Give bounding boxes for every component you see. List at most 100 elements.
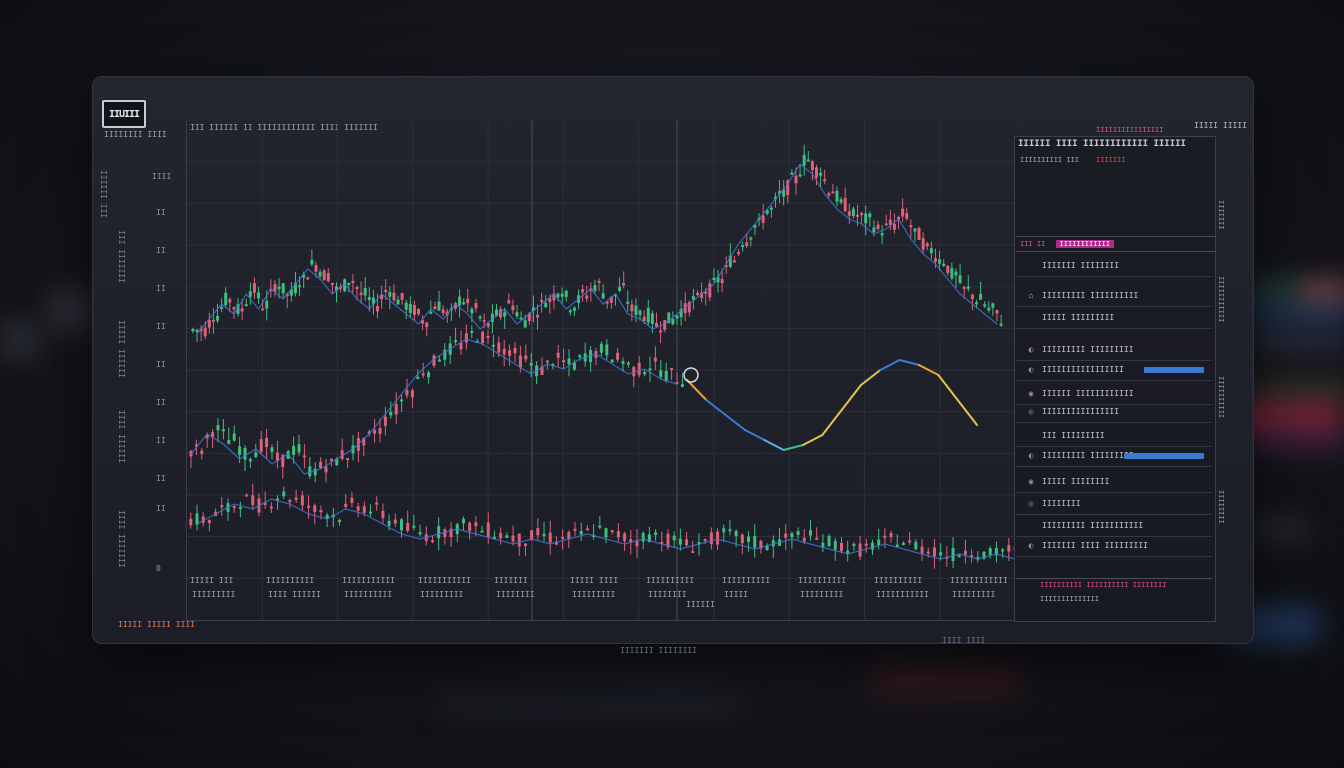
- candle-body: [515, 312, 519, 317]
- background-blur-block: [440, 690, 740, 714]
- background-blur-block: [870, 672, 1020, 694]
- candle-body: [429, 311, 433, 314]
- candle-body: [257, 292, 261, 299]
- candle-body: [929, 248, 933, 254]
- candle-body: [567, 531, 571, 539]
- candle-body: [478, 316, 482, 319]
- watchlist-row[interactable]: ◐ IIIIIIIII IIIIIIIII: [1016, 446, 1212, 467]
- watchlist-tab[interactable]: III II IIIIIIIIIIII: [1016, 236, 1216, 252]
- chart-header-alert: IIIIIIIIIIIIIIII: [1096, 126, 1164, 134]
- instrument-icon: ◐: [1028, 365, 1034, 374]
- watchlist-row[interactable]: ◎ IIIIIIII: [1016, 494, 1212, 515]
- x-tick-label: IIIIIIIIII: [798, 576, 847, 585]
- instrument-icon: ◐: [1028, 451, 1034, 460]
- watchlist-row[interactable]: ◎ IIIIIIIIIIIIIIII: [1016, 402, 1212, 423]
- candle-body: [643, 371, 647, 375]
- x-tick-label: IIIII III: [190, 576, 234, 585]
- candle-body: [544, 302, 548, 308]
- candle-body: [459, 342, 463, 350]
- candle-body: [917, 227, 921, 240]
- candle-body: [872, 227, 876, 233]
- watchlist-row-label: IIIIIII IIII IIIIIIIII: [1042, 541, 1148, 550]
- candle-body: [400, 293, 404, 300]
- candle-body: [605, 344, 609, 356]
- y-tick: II: [156, 322, 166, 331]
- right-strip-label: IIIIIIIIIII: [1218, 276, 1226, 323]
- candle-body: [482, 320, 486, 323]
- y-tick: II: [156, 474, 166, 483]
- candle-body: [418, 532, 422, 535]
- candle-body: [245, 494, 249, 497]
- candle-body: [581, 289, 585, 293]
- right-strip-label: IIIIIIII: [1218, 490, 1226, 524]
- y-tick: II: [156, 208, 166, 217]
- candle-body: [839, 199, 843, 203]
- candle-body: [412, 525, 416, 528]
- candle-body: [827, 193, 831, 196]
- candle-body: [696, 292, 700, 295]
- candle-body: [356, 506, 360, 511]
- candle-body: [950, 268, 954, 279]
- candle-body: [637, 362, 641, 376]
- candle-body: [958, 275, 962, 283]
- candle-body: [389, 411, 393, 416]
- rail-label: IIIIII IIII: [118, 410, 127, 463]
- watchlist-row[interactable]: ◐ IIIIIIIIIIIIIIIII: [1016, 360, 1212, 381]
- candle-body: [313, 505, 317, 513]
- candle-body: [497, 342, 501, 353]
- candle-body: [796, 531, 800, 535]
- watchlist-row[interactable]: ◉ IIIII IIIIIIII: [1016, 472, 1212, 493]
- candle-body: [228, 299, 232, 303]
- x-tick-sublabel: IIIIIIII: [496, 590, 535, 599]
- candle-body: [642, 316, 646, 322]
- candle-body: [243, 448, 247, 460]
- watchlist-row[interactable]: IIIIIIIII IIIIIIIIIII: [1016, 516, 1212, 537]
- candle-body: [244, 304, 248, 307]
- candle-body: [641, 533, 645, 542]
- price-chart[interactable]: [184, 120, 1023, 620]
- candle-body: [740, 534, 744, 544]
- watchlist-row-label: IIIIIIIIIIIIIIII: [1042, 407, 1120, 416]
- candle-body: [908, 540, 912, 543]
- candle-body: [708, 283, 712, 298]
- candle-body: [383, 416, 387, 426]
- watchlist-row-label: IIIII IIIIIIII: [1042, 477, 1110, 486]
- candle-body: [809, 530, 812, 536]
- candle-body: [833, 540, 837, 550]
- watchlist-row[interactable]: IIIII IIIIIIIII: [1016, 308, 1212, 329]
- y-tick: II: [156, 246, 166, 255]
- chart-area[interactable]: [184, 120, 1023, 621]
- background-blur-block: [1250, 332, 1344, 352]
- candle-body: [593, 285, 597, 291]
- indicator-line-segment: [821, 409, 843, 436]
- candle-body: [300, 495, 304, 506]
- x-tick-label: IIIIIIIIII: [266, 576, 315, 585]
- candle-body: [884, 223, 888, 226]
- candle-body: [966, 286, 970, 289]
- chart-header-right: IIIII IIIII: [1194, 121, 1247, 130]
- indicator-line-segment: [840, 384, 862, 411]
- candle-body: [221, 429, 225, 432]
- candle-body: [458, 296, 462, 306]
- x-tick-sublabel: IIIIIIIIIII: [876, 590, 929, 599]
- candle-body: [378, 428, 382, 434]
- candle-body: [503, 312, 507, 317]
- candle-body: [675, 315, 679, 319]
- candle-body: [630, 304, 634, 312]
- candle-body: [486, 522, 490, 538]
- candle-body: [621, 361, 625, 364]
- candle-body: [425, 322, 429, 328]
- candle-body: [324, 466, 328, 473]
- watchlist-row[interactable]: III IIIIIIIII: [1016, 426, 1212, 447]
- candle-body: [678, 538, 682, 545]
- candle-body: [433, 306, 437, 310]
- candle-body: [847, 211, 851, 216]
- watchlist-row[interactable]: IIIIIII IIIIIIII: [1016, 256, 1212, 277]
- watchlist-row[interactable]: ⌂ IIIIIIIII IIIIIIIIII: [1016, 286, 1212, 307]
- candle-body: [572, 362, 576, 370]
- watchlist-row[interactable]: ◐ IIIIIIIII IIIIIIIII: [1016, 340, 1212, 361]
- candle-body: [461, 518, 465, 524]
- candle-body: [259, 439, 263, 452]
- watchlist-row[interactable]: ◐ IIIIIII IIII IIIIIIIII: [1016, 536, 1212, 557]
- candle-body: [802, 537, 806, 542]
